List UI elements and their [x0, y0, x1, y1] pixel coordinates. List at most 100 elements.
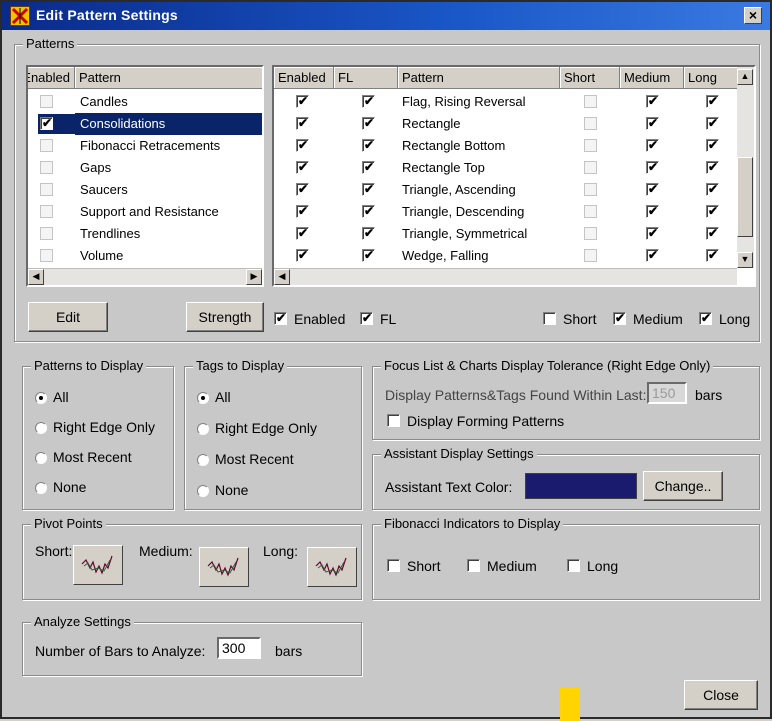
category-row[interactable]: Candles: [28, 91, 262, 113]
pattern-row[interactable]: ✔ ✔ ✔ ✔ Rectangle Top: [274, 157, 754, 179]
pattern-row[interactable]: ✔ ✔ ✔ ✔ Wedge, Falling: [274, 245, 754, 267]
checkbox-unchecked[interactable]: [40, 161, 53, 174]
checkbox-checked[interactable]: ✔: [646, 204, 659, 218]
checkbox-checked[interactable]: ✔: [296, 204, 309, 218]
bars-to-analyze-input[interactable]: 300: [217, 637, 261, 659]
checkbox-checked[interactable]: ✔: [706, 182, 719, 196]
column-header-enabled[interactable]: Enabled: [28, 67, 75, 89]
checkbox-checked[interactable]: ✔: [362, 138, 375, 152]
pattern-grid-hscrollbar[interactable]: ◀: [274, 268, 737, 285]
pattern-row[interactable]: ✔ ✔ ✔ ✔ Triangle, Descending: [274, 201, 754, 223]
category-row[interactable]: Trendlines: [28, 223, 262, 245]
column-header-medium[interactable]: Medium: [620, 67, 684, 89]
checkbox-checked[interactable]: ✔: [362, 160, 375, 174]
check-icon: ✔: [708, 248, 719, 262]
checkbox-checked[interactable]: ✔: [706, 226, 719, 240]
pattern-grid-vscrollbar[interactable]: ▲ ▼: [737, 67, 754, 268]
category-row[interactable]: Gaps: [28, 157, 262, 179]
checkbox-unchecked[interactable]: [40, 249, 53, 262]
checkbox-checked[interactable]: ✔: [296, 248, 309, 262]
pattern-row[interactable]: ✔ ✔ ✔ ✔ Flag, Rising Reversal: [274, 91, 754, 113]
checkbox-unchecked[interactable]: [584, 139, 597, 152]
checkbox-unchecked[interactable]: [584, 95, 597, 108]
scroll-up-icon[interactable]: ▲: [737, 69, 753, 85]
checkbox-checked[interactable]: ✔: [646, 248, 659, 262]
scroll-thumb[interactable]: [737, 157, 753, 237]
checkbox-unchecked[interactable]: [584, 205, 597, 218]
checkbox-checked[interactable]: ✔: [706, 138, 719, 152]
pattern-grid[interactable]: Enabled FL Pattern Short Medium Long ✔ ✔ ✔…: [272, 65, 756, 287]
checkbox-checked[interactable]: ✔: [646, 116, 659, 130]
pattern-row[interactable]: ✔ ✔ ✔ ✔ Rectangle: [274, 113, 754, 135]
checkbox-unchecked[interactable]: [40, 183, 53, 196]
checkbox-checked[interactable]: ✔: [362, 116, 375, 130]
column-header-enabled[interactable]: Enabled: [274, 67, 334, 89]
scroll-right-icon[interactable]: ▶: [246, 269, 262, 285]
checkbox-unchecked[interactable]: [584, 161, 597, 174]
category-row[interactable]: ✔ Consolidations: [28, 113, 262, 135]
pattern-category-list[interactable]: Enabled Pattern Candles ✔ Consolidations Fi…: [26, 65, 264, 287]
column-header-long[interactable]: Long: [684, 67, 738, 89]
scroll-left-icon[interactable]: ◀: [274, 269, 290, 285]
category-row[interactable]: Volume: [28, 245, 262, 267]
checkbox-checked[interactable]: ✔: [296, 182, 309, 196]
checkbox-unchecked[interactable]: [584, 227, 597, 240]
checkbox-unchecked[interactable]: [40, 95, 53, 108]
checkbox-checked[interactable]: ✔: [706, 94, 719, 108]
column-header-short[interactable]: Short: [560, 67, 620, 89]
checkbox-unchecked[interactable]: [40, 205, 53, 218]
window-close-button[interactable]: ×: [744, 7, 762, 24]
checkbox-checked[interactable]: ✔: [646, 138, 659, 152]
focus-list-bars-input[interactable]: 150: [647, 382, 687, 404]
checkbox-checked[interactable]: ✔: [296, 116, 309, 130]
fl-toggle-label: FL: [380, 311, 397, 327]
checkbox-unchecked[interactable]: [40, 139, 53, 152]
checkbox-unchecked[interactable]: [40, 227, 53, 240]
app-icon: [10, 6, 30, 26]
checkbox-checked[interactable]: ✔: [296, 94, 309, 108]
checkbox-checked[interactable]: ✔: [362, 204, 375, 218]
category-list-hscrollbar[interactable]: ◀ ▶: [28, 268, 262, 285]
strength-button[interactable]: Strength: [186, 302, 264, 332]
scroll-down-icon[interactable]: ▼: [737, 252, 753, 268]
checkbox-checked[interactable]: ✔: [296, 138, 309, 152]
close-button[interactable]: Close: [684, 680, 758, 710]
checkbox-unchecked[interactable]: [584, 183, 597, 196]
edit-button[interactable]: Edit: [28, 302, 108, 332]
column-header-pattern[interactable]: Pattern: [398, 67, 560, 89]
column-header-fl[interactable]: FL: [334, 67, 398, 89]
scroll-left-icon[interactable]: ◀: [28, 269, 44, 285]
checkbox-checked[interactable]: ✔: [362, 182, 375, 196]
pattern-row[interactable]: ✔ ✔ ✔ ✔ Triangle, Symmetrical: [274, 223, 754, 245]
radio-dot-icon: [35, 422, 47, 434]
category-row[interactable]: Fibonacci Retracements: [28, 135, 262, 157]
checkbox-checked[interactable]: ✔: [362, 94, 375, 108]
pattern-row[interactable]: ✔ ✔ ✔ ✔ Triangle, Ascending: [274, 179, 754, 201]
column-header-pattern[interactable]: Pattern: [75, 67, 262, 89]
checkbox-checked[interactable]: ✔: [296, 226, 309, 240]
checkbox-checked[interactable]: ✔: [706, 116, 719, 130]
checkbox-checked[interactable]: ✔: [646, 94, 659, 108]
pivot-long-button[interactable]: [307, 547, 357, 587]
checkbox-checked[interactable]: ✔: [706, 204, 719, 218]
change-color-button[interactable]: Change..: [643, 471, 723, 501]
pattern-row[interactable]: ✔ ✔ ✔ ✔ Rectangle Bottom: [274, 135, 754, 157]
checkbox-checked[interactable]: ✔: [706, 160, 719, 174]
pivot-medium-button[interactable]: [199, 547, 249, 587]
pattern-name: Rectangle Top: [402, 160, 485, 175]
checkbox-checked[interactable]: ✔: [646, 160, 659, 174]
assistant-text-color-swatch[interactable]: [525, 473, 637, 499]
checkbox-unchecked[interactable]: [584, 249, 597, 262]
checkbox-unchecked[interactable]: [584, 117, 597, 130]
category-row[interactable]: Saucers: [28, 179, 262, 201]
checkbox-checked[interactable]: ✔: [362, 226, 375, 240]
category-row[interactable]: Support and Resistance: [28, 201, 262, 223]
checkbox-checked[interactable]: ✔: [646, 226, 659, 240]
checkbox-checked[interactable]: ✔: [40, 116, 53, 130]
pivot-short-button[interactable]: [73, 545, 123, 585]
checkbox-checked[interactable]: ✔: [296, 160, 309, 174]
checkbox-checked[interactable]: ✔: [646, 182, 659, 196]
bars-to-analyze-label: Number of Bars to Analyze:: [35, 643, 206, 659]
checkbox-checked[interactable]: ✔: [706, 248, 719, 262]
checkbox-checked[interactable]: ✔: [362, 248, 375, 262]
